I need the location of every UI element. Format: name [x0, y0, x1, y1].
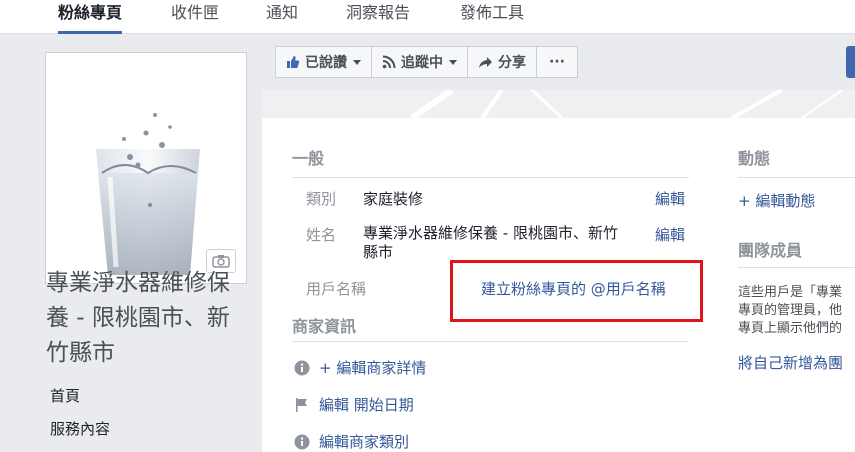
tab-insights[interactable]: 洞察報告	[346, 0, 410, 34]
left-column: 專業淨水器維修保養 - 限桃園市、新竹縣市 首頁 服務內容	[0, 34, 262, 452]
general-section-title: 一般	[292, 149, 325, 168]
tab-inbox[interactable]: 收件匣	[171, 0, 219, 34]
nav-item-home[interactable]: 首頁	[50, 380, 110, 413]
profile-picture[interactable]	[45, 52, 247, 284]
water-glass-image	[50, 57, 242, 279]
activity-section-title: 動態	[738, 149, 771, 168]
more-options-button[interactable]: ···	[536, 46, 578, 78]
following-label: 追蹤中	[401, 55, 443, 71]
flag-icon	[294, 397, 310, 413]
divider	[738, 177, 855, 178]
name-value-line2: 縣市	[363, 243, 394, 261]
edit-category-link[interactable]: 編輯	[655, 188, 685, 209]
info-icon	[294, 434, 310, 450]
category-label: 類別	[306, 190, 337, 208]
rss-icon	[382, 55, 396, 69]
thumbs-up-icon	[287, 56, 300, 68]
edit-start-date-label: 編輯 開始日期	[319, 396, 414, 414]
tab-notifications[interactable]: 通知	[266, 0, 298, 34]
page-tabs-bar: 粉絲專頁 收件匣 通知 洞察報告 發佈工具	[0, 0, 855, 34]
following-button[interactable]: 追蹤中	[371, 46, 468, 78]
chevron-down-icon	[353, 59, 361, 65]
username-label: 用戶名稱	[306, 280, 367, 298]
edit-activity-link[interactable]: + 編輯動態	[738, 190, 815, 211]
team-section-title: 團隊成員	[738, 241, 803, 260]
edit-business-category-label: 編輯商家類別	[319, 433, 410, 451]
name-value-line1: 專業淨水器維修保養 - 限桃園市、新竹	[363, 224, 618, 242]
liked-button[interactable]: 已說讚	[275, 46, 372, 78]
share-button[interactable]: 分享	[467, 46, 537, 78]
primary-action-button-edge[interactable]	[846, 46, 855, 78]
team-description-line3: 專頁上顯示他們的	[738, 321, 843, 336]
edit-business-details-label: + 編輯商家詳情	[319, 359, 427, 377]
team-description-line1: 這些用戶是「專業	[738, 285, 843, 300]
edit-name-link[interactable]: 編輯	[655, 224, 685, 245]
info-icon	[294, 360, 310, 376]
name-label: 姓名	[306, 226, 337, 244]
chevron-down-icon	[449, 59, 457, 65]
tab-page[interactable]: 粉絲專頁	[58, 0, 123, 34]
team-description-line2: 專頁的管理員，他	[738, 303, 843, 318]
left-nav: 首頁 服務內容	[50, 380, 110, 446]
add-self-link[interactable]: 將自己新增為團	[738, 352, 843, 373]
highlight-box	[450, 260, 703, 322]
tab-publishing-tools[interactable]: 發佈工具	[460, 0, 524, 34]
share-label: 分享	[498, 55, 526, 71]
page-name: 專業淨水器維修保養 - 限桃園市、新竹縣市	[46, 270, 230, 366]
liked-label: 已說讚	[305, 55, 347, 71]
location-map[interactable]	[262, 90, 855, 118]
nav-item-services[interactable]: 服務內容	[50, 413, 110, 446]
divider	[738, 267, 855, 268]
edit-business-details-row[interactable]: + 編輯商家詳情	[294, 357, 426, 378]
edit-start-date-row[interactable]: 編輯 開始日期	[294, 394, 414, 415]
category-value: 家庭裝修	[363, 190, 424, 208]
divider	[292, 341, 689, 342]
edit-business-category-row[interactable]: 編輯商家類別	[294, 431, 409, 452]
business-section-title: 商家資訊	[292, 317, 357, 336]
divider	[292, 177, 689, 178]
page-action-bar: 已說讚 追蹤中 分享 ···	[275, 46, 578, 78]
share-arrow-icon	[479, 56, 492, 68]
more-icon: ···	[549, 54, 565, 70]
